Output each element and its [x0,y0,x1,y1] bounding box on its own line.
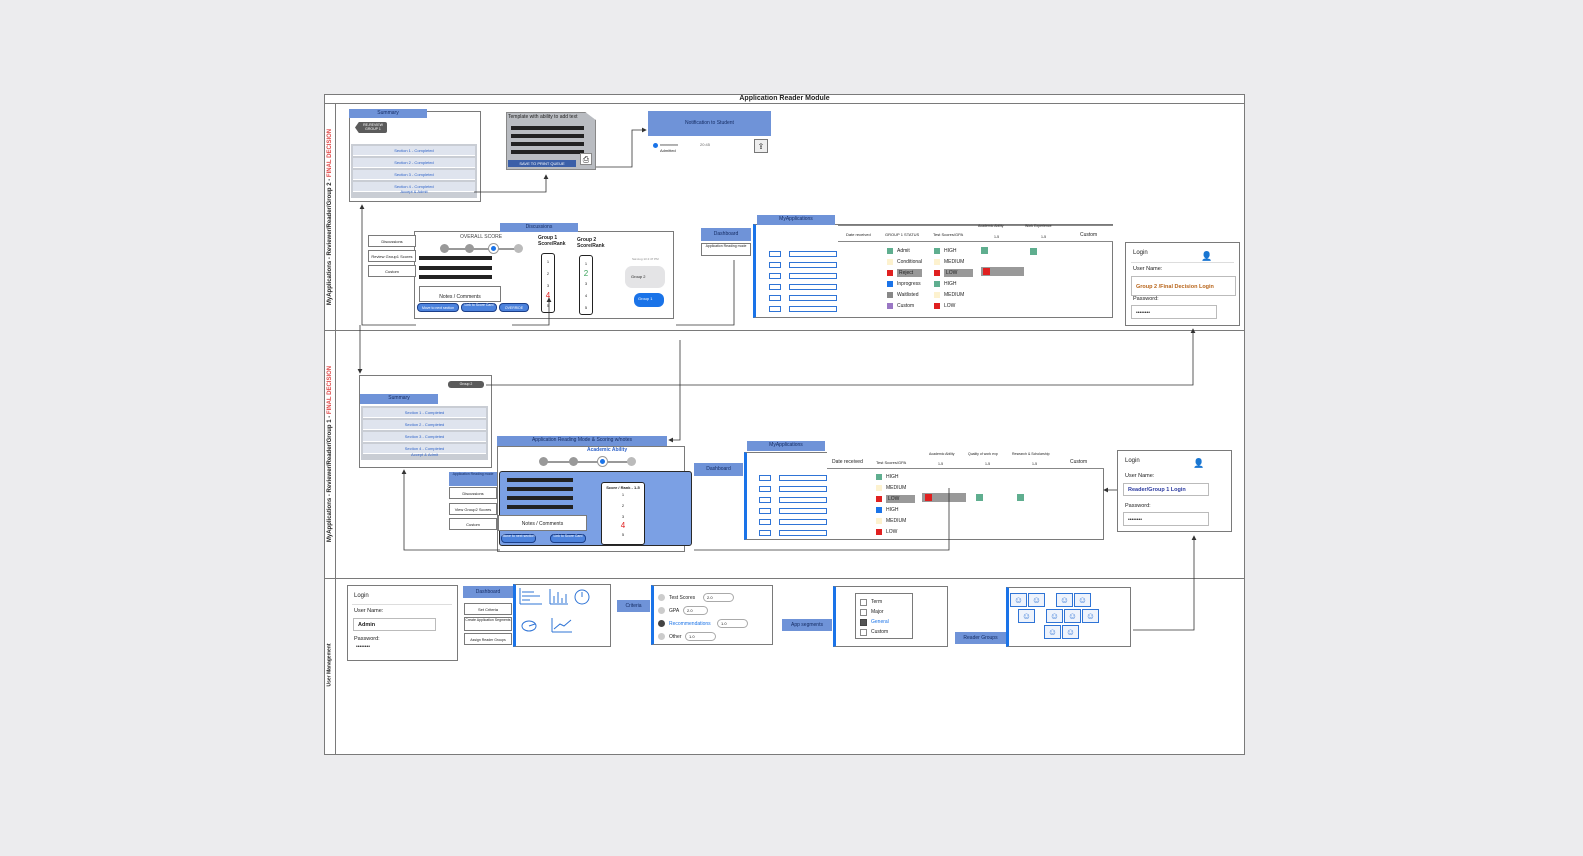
connector-discussions-to-summary [359,204,416,326]
connector-myapps2-to-reading [668,340,681,443]
flow-connectors [357,127,1197,631]
connector-template-to-notification [596,127,647,168]
diagram-canvas: Application Reader Module MyApplications… [0,0,1583,856]
connector-lane3-to-login2 [1133,535,1197,631]
connector-reading-to-summary2 [401,469,500,551]
connector-dashboard-to-discussions [676,260,735,326]
connector-summary-to-template [474,174,549,193]
connector-override-to-discussions [512,297,552,326]
connector-group2tag-to-login1 [486,328,1196,386]
connector-myapps2-to-bottom [694,488,950,551]
